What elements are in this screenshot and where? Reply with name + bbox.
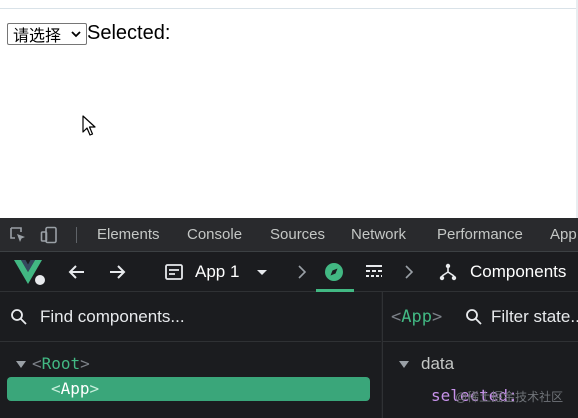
tab-divider [76, 227, 77, 243]
components-label[interactable]: Components [470, 262, 566, 282]
devtools-tab-strip: Elements Console Sources Network Perform… [0, 218, 578, 252]
filter-state-input[interactable]: Filter state... [491, 306, 578, 328]
vue-devtools-toolbar: App 1 Components [0, 252, 578, 292]
search-icon [466, 309, 482, 325]
back-arrow-icon[interactable] [67, 262, 87, 282]
expand-arrow-icon[interactable] [16, 361, 26, 368]
app-selector[interactable]: App 1 [195, 262, 239, 282]
selected-label: Selected: [87, 22, 171, 44]
chevron-down-icon [71, 31, 81, 38]
component-tree-icon [439, 263, 457, 281]
expand-arrow-icon[interactable] [399, 361, 409, 369]
data-section-label: data [421, 354, 455, 373]
tree-node-app-label: App [60, 379, 90, 398]
option-select-value: 请选择 [13, 28, 62, 45]
chevron-right-icon [405, 265, 414, 279]
component-tree-pane: Find components... <Root> <App> [0, 292, 381, 418]
compass-icon[interactable] [324, 262, 344, 282]
timeline-icon[interactable] [364, 262, 384, 282]
forward-arrow-icon[interactable] [107, 262, 127, 282]
app-window-icon [165, 264, 183, 280]
tree-node-app-selected[interactable]: <App> [7, 377, 370, 401]
find-components-input[interactable]: Find components... [40, 306, 185, 328]
chevron-right-icon [298, 265, 307, 279]
device-toolbar-icon[interactable] [40, 226, 58, 244]
mouse-cursor-icon [82, 115, 96, 136]
page-viewport: 请选择 Selected: [0, 0, 578, 218]
watermark-text: @稀土掘金技术社区 [455, 390, 564, 404]
tab-application[interactable]: App [550, 226, 577, 244]
tree-node-root-label: Root [41, 354, 81, 373]
search-icon [11, 309, 27, 325]
caret-down-icon[interactable] [252, 262, 272, 282]
inspect-element-icon[interactable] [9, 226, 27, 244]
devtools-panel: Elements Console Sources Network Perform… [0, 218, 578, 418]
inspected-component-name: <App> [391, 307, 443, 327]
tree-node-root[interactable]: <Root> [16, 354, 90, 374]
inspector-header: <App> Filter state... [383, 292, 578, 342]
tab-sources[interactable]: Sources [270, 226, 325, 244]
find-components-bar[interactable]: Find components... [0, 292, 381, 342]
data-section-toggle[interactable]: data [399, 354, 454, 374]
inspector-pane: <App> Filter state... data selected: @稀土… [382, 292, 578, 418]
tab-console[interactable]: Console [187, 226, 242, 244]
option-select[interactable]: 请选择 [7, 23, 87, 45]
tab-elements[interactable]: Elements [97, 226, 160, 244]
tab-performance[interactable]: Performance [437, 226, 523, 244]
vue-logo-icon [14, 260, 45, 285]
page-top-border [0, 0, 578, 9]
tab-network[interactable]: Network [351, 226, 406, 244]
